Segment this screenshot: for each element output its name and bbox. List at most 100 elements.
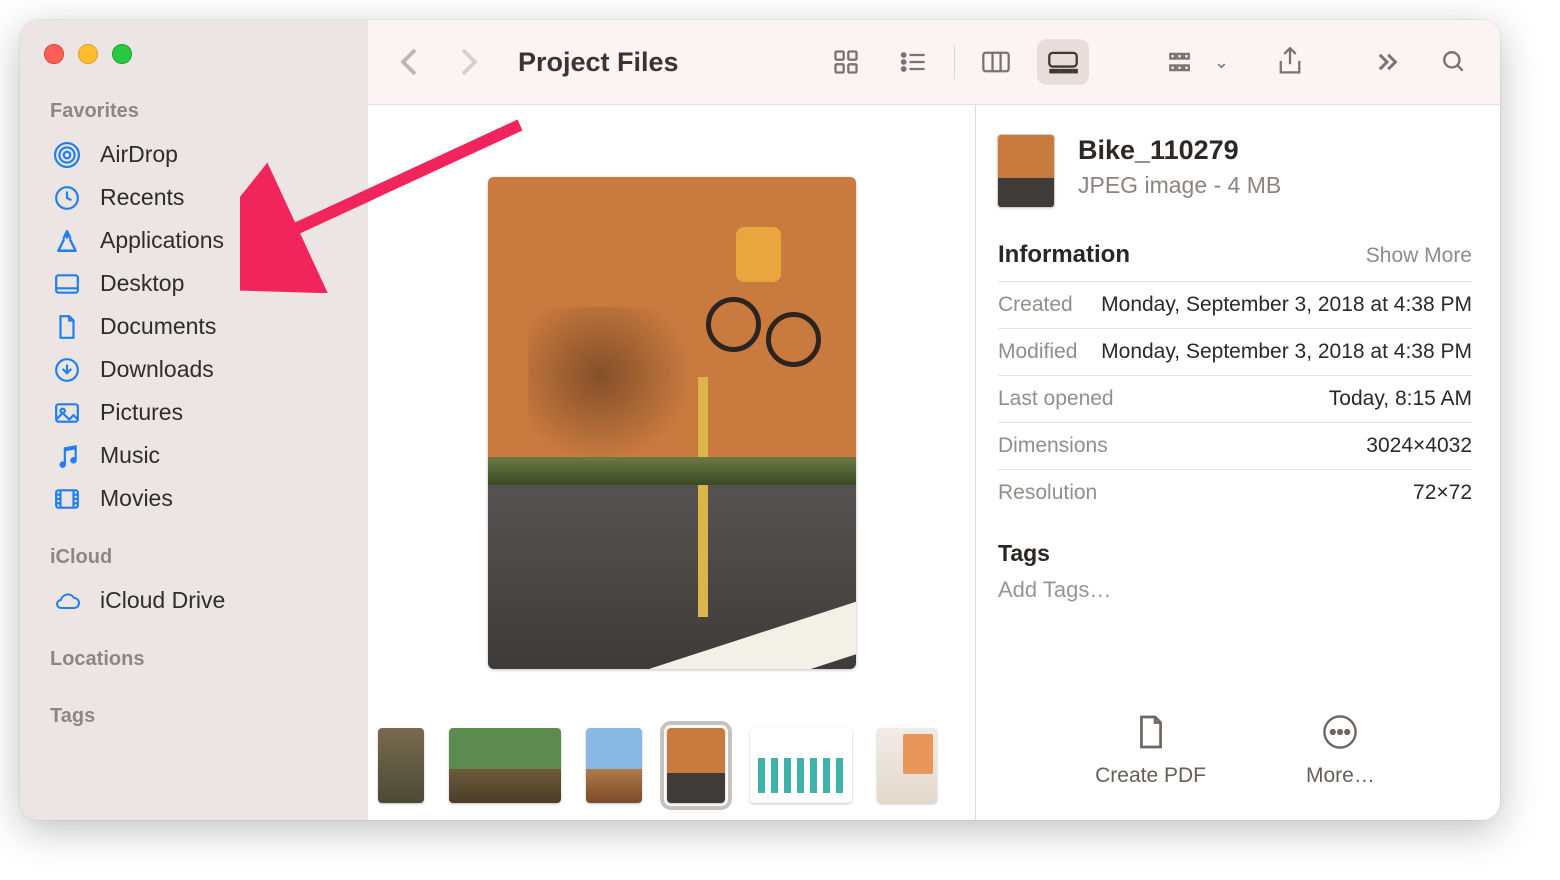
sidebar-section-tags: Tags [20, 699, 368, 738]
file-name: Bike_110279 [1078, 135, 1281, 166]
thumbnail-item[interactable] [586, 728, 642, 803]
action-label: Create PDF [1095, 764, 1206, 788]
sidebar-item-applications[interactable]: Applications [20, 219, 368, 262]
preview-column [368, 105, 976, 820]
applications-icon [52, 228, 82, 254]
more-actions-button[interactable]: More… [1306, 710, 1375, 788]
clock-icon [52, 185, 82, 211]
info-row-resolution: Resolution 72×72 [998, 469, 1472, 516]
music-icon [52, 443, 82, 469]
toolbar-actions: ⌄ [1157, 39, 1480, 85]
sidebar-item-documents[interactable]: Documents [20, 305, 368, 348]
sidebar-section-icloud: iCloud [20, 540, 368, 579]
document-icon [52, 314, 82, 340]
info-value: Monday, September 3, 2018 at 4:38 PM [1101, 293, 1472, 317]
finder-window: Favorites AirDrop Recents Applications D… [20, 20, 1500, 820]
thumbnail-item[interactable] [449, 728, 561, 803]
info-header: Information Show More [998, 235, 1472, 281]
icon-view-button[interactable] [820, 39, 872, 85]
info-key: Dimensions [998, 434, 1108, 458]
preview-image[interactable] [488, 177, 856, 669]
content-area: Bike_110279 JPEG image - 4 MB Informatio… [368, 105, 1500, 820]
forward-button[interactable] [448, 41, 490, 83]
desktop-icon [52, 273, 82, 295]
airdrop-icon [52, 142, 82, 168]
share-button[interactable] [1264, 39, 1316, 85]
window-title: Project Files [518, 47, 679, 78]
inspector-panel: Bike_110279 JPEG image - 4 MB Informatio… [976, 105, 1500, 820]
divider [954, 45, 955, 79]
minimize-button[interactable] [78, 44, 98, 64]
sidebar-item-airdrop[interactable]: AirDrop [20, 133, 368, 176]
info-row-dimensions: Dimensions 3024×4032 [998, 422, 1472, 469]
sidebar-item-label: Movies [100, 485, 173, 512]
sidebar-section-locations: Locations [20, 642, 368, 681]
group-by-button[interactable] [1157, 39, 1209, 85]
action-label: More… [1306, 764, 1375, 788]
main-pane: Project Files ⌄ [368, 20, 1500, 820]
thumbnail-strip[interactable] [368, 710, 975, 820]
preview-main [368, 105, 975, 710]
info-value: 72×72 [1413, 481, 1472, 505]
sidebar-item-label: Desktop [100, 270, 184, 297]
sidebar-item-label: iCloud Drive [100, 587, 225, 614]
gallery-view-button[interactable] [1037, 39, 1089, 85]
info-row-created: Created Monday, September 3, 2018 at 4:3… [998, 281, 1472, 328]
sidebar-item-label: Pictures [100, 399, 183, 426]
sidebar: Favorites AirDrop Recents Applications D… [20, 20, 368, 820]
file-subtitle: JPEG image - 4 MB [1078, 172, 1281, 199]
pictures-icon [52, 402, 82, 424]
sidebar-item-desktop[interactable]: Desktop [20, 262, 368, 305]
more-toolbar-button[interactable] [1361, 39, 1413, 85]
thumbnail-item-selected[interactable] [667, 728, 725, 803]
more-icon [1318, 710, 1362, 754]
list-view-button[interactable] [887, 39, 939, 85]
thumbnail-item[interactable] [378, 728, 424, 803]
add-tags-field[interactable]: Add Tags… [998, 577, 1472, 603]
sidebar-item-label: Documents [100, 313, 216, 340]
info-heading: Information [998, 241, 1130, 269]
info-key: Last opened [998, 387, 1114, 411]
info-key: Created [998, 293, 1073, 317]
create-pdf-button[interactable]: Create PDF [1095, 710, 1206, 788]
window-controls [20, 30, 368, 94]
column-view-button[interactable] [970, 39, 1022, 85]
maximize-button[interactable] [112, 44, 132, 64]
sidebar-item-label: AirDrop [100, 141, 178, 168]
info-key: Modified [998, 340, 1077, 364]
downloads-icon [52, 357, 82, 383]
toolbar: Project Files ⌄ [368, 20, 1500, 105]
info-key: Resolution [998, 481, 1097, 505]
sidebar-item-downloads[interactable]: Downloads [20, 348, 368, 391]
sidebar-item-icloud-drive[interactable]: iCloud Drive [20, 579, 368, 622]
sidebar-item-recents[interactable]: Recents [20, 176, 368, 219]
sidebar-item-music[interactable]: Music [20, 434, 368, 477]
sidebar-item-movies[interactable]: Movies [20, 477, 368, 520]
info-row-last-opened: Last opened Today, 8:15 AM [998, 375, 1472, 422]
sidebar-item-label: Recents [100, 184, 184, 211]
file-header: Bike_110279 JPEG image - 4 MB [998, 135, 1472, 235]
info-value: 3024×4032 [1366, 434, 1472, 458]
document-icon [1129, 710, 1173, 754]
info-value: Monday, September 3, 2018 at 4:38 PM [1101, 340, 1472, 364]
thumbnail-item[interactable] [877, 728, 937, 803]
info-row-modified: Modified Monday, September 3, 2018 at 4:… [998, 328, 1472, 375]
sidebar-item-pictures[interactable]: Pictures [20, 391, 368, 434]
sidebar-section-favorites: Favorites [20, 94, 368, 133]
sidebar-item-label: Music [100, 442, 160, 469]
sidebar-item-label: Downloads [100, 356, 214, 383]
close-button[interactable] [44, 44, 64, 64]
info-value: Today, 8:15 AM [1329, 387, 1472, 411]
cloud-icon [52, 591, 82, 611]
tags-heading: Tags [998, 540, 1472, 567]
show-more-button[interactable]: Show More [1366, 244, 1472, 268]
file-thumbnail [998, 135, 1054, 207]
view-switcher [820, 39, 1089, 85]
chevron-down-icon: ⌄ [1214, 52, 1229, 73]
back-button[interactable] [388, 41, 430, 83]
thumbnail-item[interactable] [750, 728, 852, 803]
search-button[interactable] [1428, 39, 1480, 85]
quick-actions: Create PDF More… [998, 690, 1472, 800]
movies-icon [52, 488, 82, 510]
sidebar-item-label: Applications [100, 227, 224, 254]
